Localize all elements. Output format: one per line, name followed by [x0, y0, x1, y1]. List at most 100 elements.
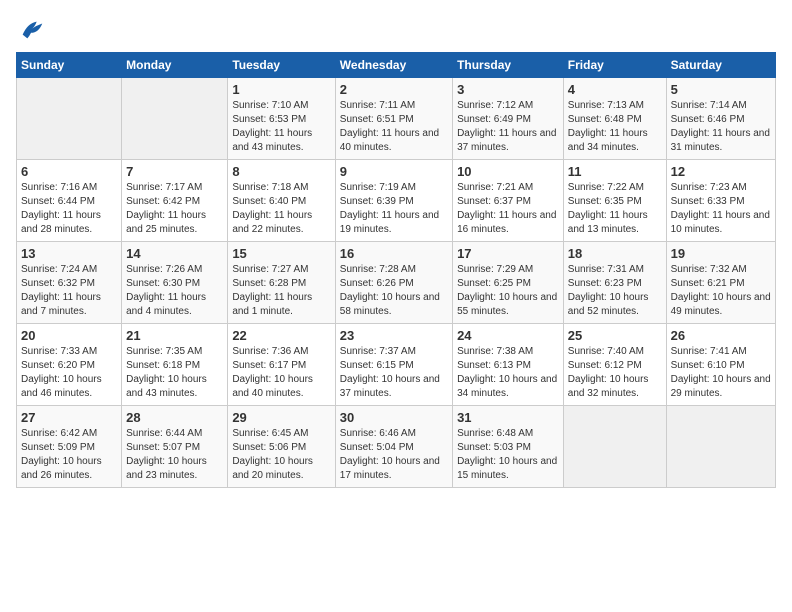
day-cell: 19 Sunrise: 7:32 AMSunset: 6:21 PMDayligh…: [666, 242, 775, 324]
day-cell: 21 Sunrise: 7:35 AMSunset: 6:18 PMDayligh…: [122, 324, 228, 406]
logo: [16, 16, 46, 44]
calendar-header: SundayMondayTuesdayWednesdayThursdayFrid…: [17, 53, 776, 78]
day-number: 22: [232, 328, 330, 343]
day-info: Sunrise: 7:10 AMSunset: 6:53 PMDaylight:…: [232, 99, 330, 155]
day-cell: 7Sunrise: 7:17 AMSunset: 6:42 PMDaylight…: [122, 160, 228, 242]
day-number: 21: [126, 328, 223, 343]
day-number: 12: [671, 164, 771, 179]
day-cell: 20 Sunrise: 7:33 AMSunset: 6:20 PMDayligh…: [17, 324, 122, 406]
day-info: Sunrise: 7:37 AMSunset: 6:15 PMDaylight:…: [340, 345, 448, 401]
day-cell: 31 Sunrise: 6:48 AMSunset: 5:03 PMDayligh…: [453, 406, 564, 488]
day-number: 30: [340, 410, 448, 425]
header-monday: Monday: [122, 53, 228, 78]
day-number: 7: [126, 164, 223, 179]
day-cell: 25Sunrise: 7:40 AMSunset: 6:12 PMDayligh…: [563, 324, 666, 406]
week-row-4: 27 Sunrise: 6:42 AMSunset: 5:09 PMDayligh…: [17, 406, 776, 488]
day-info: Sunrise: 7:12 AMSunset: 6:49 PMDaylight:…: [457, 99, 559, 155]
day-cell: 22Sunrise: 7:36 AMSunset: 6:17 PMDayligh…: [228, 324, 335, 406]
day-info: Sunrise: 7:16 AMSunset: 6:44 PMDaylight:…: [21, 181, 117, 237]
day-info: Sunrise: 7:23 AMSunset: 6:33 PMDaylight:…: [671, 181, 771, 237]
day-number: 8: [232, 164, 330, 179]
day-info: Sunrise: 7:19 AMSunset: 6:39 PMDaylight:…: [340, 181, 448, 237]
day-cell: 18 Sunrise: 7:31 AMSunset: 6:23 PMDayligh…: [563, 242, 666, 324]
day-info: Sunrise: 6:48 AMSunset: 5:03 PMDaylight:…: [457, 427, 559, 483]
week-row-3: 20 Sunrise: 7:33 AMSunset: 6:20 PMDayligh…: [17, 324, 776, 406]
day-cell: 29 Sunrise: 6:45 AMSunset: 5:06 PMDayligh…: [228, 406, 335, 488]
day-number: 3: [457, 82, 559, 97]
day-cell: [666, 406, 775, 488]
day-info: Sunrise: 7:14 AMSunset: 6:46 PMDaylight:…: [671, 99, 771, 155]
day-number: 9: [340, 164, 448, 179]
day-info: Sunrise: 6:45 AMSunset: 5:06 PMDaylight:…: [232, 427, 330, 483]
day-number: 20: [21, 328, 117, 343]
day-cell: 13 Sunrise: 7:24 AMSunset: 6:32 PMDayligh…: [17, 242, 122, 324]
page-header: [16, 16, 776, 44]
day-number: 19: [671, 246, 771, 261]
day-number: 27: [21, 410, 117, 425]
day-cell: 23 Sunrise: 7:37 AMSunset: 6:15 PMDayligh…: [335, 324, 452, 406]
day-cell: 14 Sunrise: 7:26 AMSunset: 6:30 PMDayligh…: [122, 242, 228, 324]
calendar-body: 1 Sunrise: 7:10 AMSunset: 6:53 PMDaylight…: [17, 78, 776, 488]
day-info: Sunrise: 6:42 AMSunset: 5:09 PMDaylight:…: [21, 427, 117, 483]
day-number: 13: [21, 246, 117, 261]
day-info: Sunrise: 7:24 AMSunset: 6:32 PMDaylight:…: [21, 263, 117, 319]
day-number: 4: [568, 82, 662, 97]
day-info: Sunrise: 7:35 AMSunset: 6:18 PMDaylight:…: [126, 345, 223, 401]
day-cell: [122, 78, 228, 160]
day-info: Sunrise: 7:31 AMSunset: 6:23 PMDaylight:…: [568, 263, 662, 319]
day-info: Sunrise: 7:26 AMSunset: 6:30 PMDaylight:…: [126, 263, 223, 319]
header-saturday: Saturday: [666, 53, 775, 78]
day-number: 5: [671, 82, 771, 97]
day-cell: 4 Sunrise: 7:13 AMSunset: 6:48 PMDaylight…: [563, 78, 666, 160]
logo-bird-icon: [18, 16, 46, 44]
day-number: 6: [21, 164, 117, 179]
day-info: Sunrise: 7:18 AMSunset: 6:40 PMDaylight:…: [232, 181, 330, 237]
day-info: Sunrise: 7:11 AMSunset: 6:51 PMDaylight:…: [340, 99, 448, 155]
day-cell: 2Sunrise: 7:11 AMSunset: 6:51 PMDaylight…: [335, 78, 452, 160]
header-sunday: Sunday: [17, 53, 122, 78]
day-cell: 8 Sunrise: 7:18 AMSunset: 6:40 PMDaylight…: [228, 160, 335, 242]
day-info: Sunrise: 7:33 AMSunset: 6:20 PMDaylight:…: [21, 345, 117, 401]
day-cell: 26 Sunrise: 7:41 AMSunset: 6:10 PMDayligh…: [666, 324, 775, 406]
week-row-1: 6 Sunrise: 7:16 AMSunset: 6:44 PMDaylight…: [17, 160, 776, 242]
header-row: SundayMondayTuesdayWednesdayThursdayFrid…: [17, 53, 776, 78]
day-number: 25: [568, 328, 662, 343]
day-number: 29: [232, 410, 330, 425]
day-cell: 16Sunrise: 7:28 AMSunset: 6:26 PMDayligh…: [335, 242, 452, 324]
day-cell: 28Sunrise: 6:44 AMSunset: 5:07 PMDayligh…: [122, 406, 228, 488]
day-cell: 6 Sunrise: 7:16 AMSunset: 6:44 PMDaylight…: [17, 160, 122, 242]
day-number: 11: [568, 164, 662, 179]
day-cell: 9 Sunrise: 7:19 AMSunset: 6:39 PMDaylight…: [335, 160, 452, 242]
day-info: Sunrise: 7:22 AMSunset: 6:35 PMDaylight:…: [568, 181, 662, 237]
calendar-table: SundayMondayTuesdayWednesdayThursdayFrid…: [16, 52, 776, 488]
day-number: 15: [232, 246, 330, 261]
day-number: 14: [126, 246, 223, 261]
day-cell: 5 Sunrise: 7:14 AMSunset: 6:46 PMDaylight…: [666, 78, 775, 160]
day-info: Sunrise: 6:44 AMSunset: 5:07 PMDaylight:…: [126, 427, 223, 483]
day-number: 23: [340, 328, 448, 343]
day-info: Sunrise: 7:27 AMSunset: 6:28 PMDaylight:…: [232, 263, 330, 319]
day-cell: [17, 78, 122, 160]
day-cell: 10Sunrise: 7:21 AMSunset: 6:37 PMDayligh…: [453, 160, 564, 242]
day-cell: [563, 406, 666, 488]
day-cell: 1 Sunrise: 7:10 AMSunset: 6:53 PMDaylight…: [228, 78, 335, 160]
day-info: Sunrise: 7:13 AMSunset: 6:48 PMDaylight:…: [568, 99, 662, 155]
day-info: Sunrise: 7:32 AMSunset: 6:21 PMDaylight:…: [671, 263, 771, 319]
day-cell: 11 Sunrise: 7:22 AMSunset: 6:35 PMDayligh…: [563, 160, 666, 242]
day-cell: 30 Sunrise: 6:46 AMSunset: 5:04 PMDayligh…: [335, 406, 452, 488]
day-number: 31: [457, 410, 559, 425]
day-number: 10: [457, 164, 559, 179]
week-row-0: 1 Sunrise: 7:10 AMSunset: 6:53 PMDaylight…: [17, 78, 776, 160]
day-number: 17: [457, 246, 559, 261]
day-cell: 12 Sunrise: 7:23 AMSunset: 6:33 PMDayligh…: [666, 160, 775, 242]
day-number: 26: [671, 328, 771, 343]
day-cell: 15 Sunrise: 7:27 AMSunset: 6:28 PMDayligh…: [228, 242, 335, 324]
day-info: Sunrise: 7:38 AMSunset: 6:13 PMDaylight:…: [457, 345, 559, 401]
day-number: 18: [568, 246, 662, 261]
header-tuesday: Tuesday: [228, 53, 335, 78]
day-info: Sunrise: 6:46 AMSunset: 5:04 PMDaylight:…: [340, 427, 448, 483]
day-info: Sunrise: 7:41 AMSunset: 6:10 PMDaylight:…: [671, 345, 771, 401]
day-cell: 17Sunrise: 7:29 AMSunset: 6:25 PMDayligh…: [453, 242, 564, 324]
header-wednesday: Wednesday: [335, 53, 452, 78]
day-number: 1: [232, 82, 330, 97]
